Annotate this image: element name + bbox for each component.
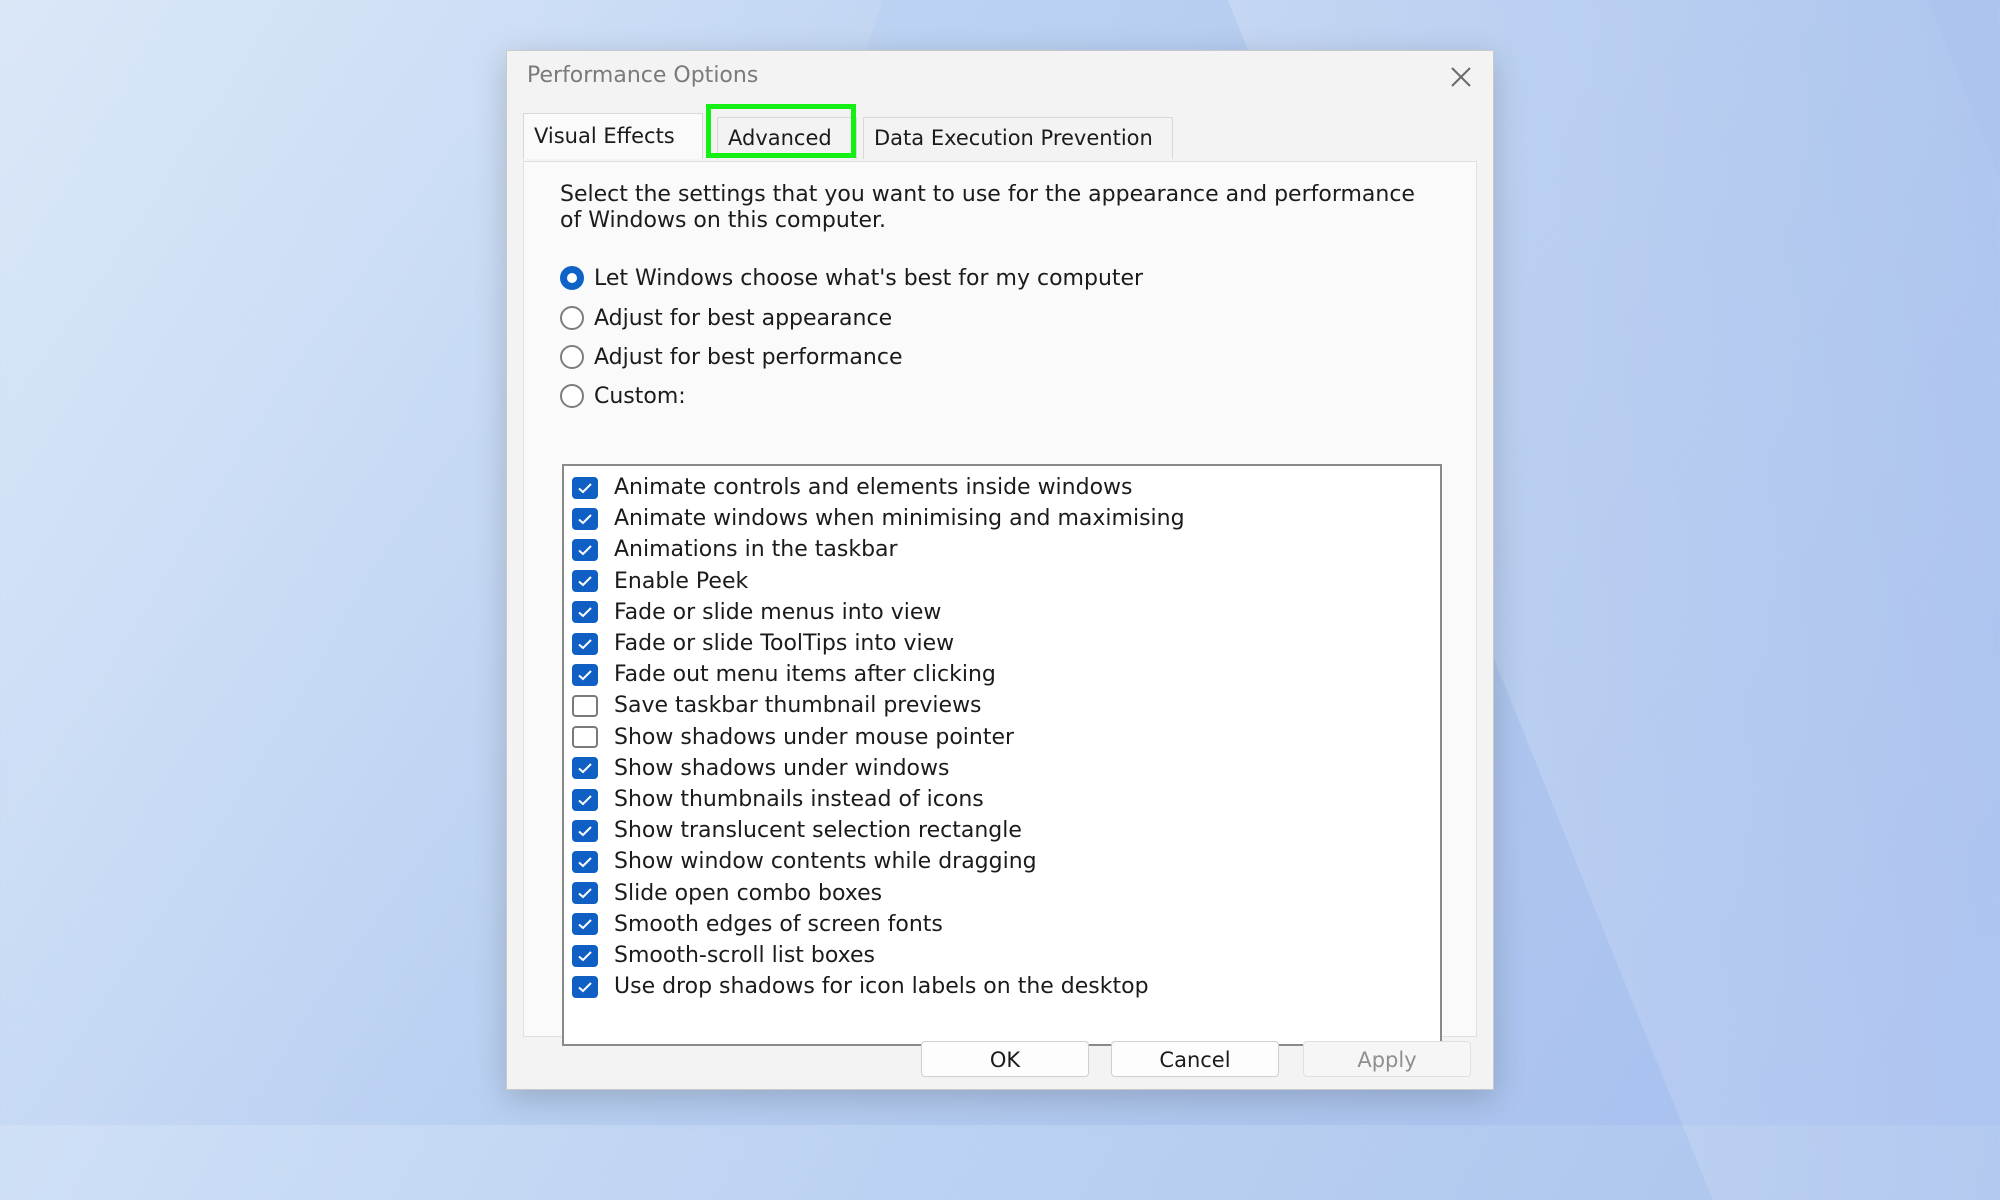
- effect-option-row[interactable]: Animations in the taskbar: [572, 534, 898, 565]
- radio-button[interactable]: [560, 266, 584, 290]
- close-icon: [1451, 67, 1471, 87]
- radio-custom[interactable]: Custom:: [560, 380, 686, 412]
- checkmark-icon: [578, 607, 592, 618]
- radio-best-appearance[interactable]: Adjust for best appearance: [560, 302, 892, 334]
- checkbox[interactable]: [572, 944, 598, 967]
- checkmark-icon: [578, 981, 592, 993]
- checkbox[interactable]: [572, 476, 598, 499]
- effect-option-row[interactable]: Slide open combo boxes: [572, 878, 882, 909]
- radio-label: Adjust for best appearance: [594, 305, 893, 331]
- cancel-button[interactable]: Cancel: [1111, 1041, 1279, 1077]
- checkbox[interactable]: [572, 850, 598, 873]
- visual-effects-list[interactable]: Animate controls and elements inside win…: [562, 464, 1442, 1046]
- checkmark-icon: [578, 576, 592, 587]
- effect-option-row[interactable]: Save taskbar thumbnail previews: [572, 690, 982, 721]
- checkbox-label: Save taskbar thumbnail previews: [614, 693, 982, 719]
- dialog-title: Performance Options: [527, 63, 759, 88]
- checkbox[interactable]: [572, 601, 598, 624]
- radio-button[interactable]: [560, 306, 584, 330]
- checkbox[interactable]: [572, 694, 598, 717]
- checkbox[interactable]: [572, 663, 598, 686]
- radio-let-windows-choose[interactable]: Let Windows choose what's best for my co…: [560, 262, 1143, 294]
- effect-option-row[interactable]: Animate windows when minimising and maxi…: [572, 503, 1185, 534]
- checkbox[interactable]: [572, 507, 598, 530]
- checkbox[interactable]: [572, 538, 598, 561]
- effect-option-row[interactable]: Show thumbnails instead of icons: [572, 784, 984, 815]
- checkmark-icon: [578, 950, 592, 961]
- checkbox[interactable]: [572, 632, 598, 655]
- checkbox[interactable]: [572, 757, 598, 780]
- checkbox[interactable]: [572, 819, 598, 842]
- checkmark-icon: [578, 482, 592, 493]
- effect-option-row[interactable]: Use drop shadows for icon labels on the …: [572, 971, 1149, 1002]
- checkmark-icon: [578, 763, 592, 774]
- checkmark-icon: [578, 545, 592, 556]
- checkmark-icon: [578, 513, 592, 525]
- checkmark-icon: [578, 638, 592, 649]
- effect-option-row[interactable]: Show translucent selection rectangle: [572, 815, 1022, 846]
- checkbox[interactable]: [572, 570, 598, 593]
- checkbox[interactable]: [572, 975, 598, 998]
- panel-description: Select the settings that you want to use…: [560, 182, 1415, 233]
- ok-button[interactable]: OK: [921, 1041, 1089, 1077]
- checkbox-label: Animate controls and elements inside win…: [614, 475, 1133, 500]
- effect-option-row[interactable]: Fade out menu items after clicking: [572, 659, 996, 690]
- checkbox-label: Show window contents while dragging: [614, 849, 1037, 875]
- effect-option-row[interactable]: Smooth-scroll list boxes: [572, 940, 875, 971]
- checkmark-icon: [578, 888, 592, 899]
- checkbox-label: Fade out menu items after clicking: [614, 662, 996, 688]
- checkmark-icon: [578, 825, 592, 837]
- checkbox-label: Show shadows under windows: [614, 755, 950, 781]
- visual-effects-panel: Select the settings that you want to use…: [523, 161, 1477, 1046]
- checkmark-icon: [578, 794, 592, 805]
- radio-label: Custom:: [594, 383, 686, 409]
- checkbox[interactable]: [572, 788, 598, 811]
- checkbox-label: Enable Peek: [614, 568, 749, 594]
- checkbox[interactable]: [572, 726, 598, 749]
- tab-data-execution-prevention[interactable]: Data Execution Prevention: [863, 117, 1173, 159]
- checkbox-label: Show thumbnails instead of icons: [614, 787, 984, 812]
- effect-option-row[interactable]: Smooth edges of screen fonts: [572, 909, 943, 940]
- checkbox-label: Slide open combo boxes: [614, 880, 883, 906]
- apply-button[interactable]: Apply: [1303, 1041, 1471, 1077]
- close-button[interactable]: [1445, 61, 1477, 93]
- effect-option-row[interactable]: Show shadows under windows: [572, 753, 949, 784]
- effect-option-row[interactable]: Fade or slide menus into view: [572, 597, 941, 628]
- radio-button[interactable]: [560, 345, 584, 369]
- checkbox-label: Smooth edges of screen fonts: [614, 911, 943, 937]
- title-bar: Performance Options: [507, 51, 1493, 103]
- radio-button[interactable]: [560, 384, 584, 408]
- radio-best-performance[interactable]: Adjust for best performance: [560, 341, 902, 373]
- radio-label: Adjust for best performance: [594, 344, 903, 370]
- checkbox-label: Fade or slide menus into view: [614, 599, 942, 625]
- checkbox-label: Show shadows under mouse pointer: [614, 724, 1015, 750]
- checkmark-icon: [578, 919, 592, 930]
- checkbox[interactable]: [572, 913, 598, 936]
- tab-advanced[interactable]: Advanced: [717, 117, 857, 159]
- tab-visual-effects[interactable]: Visual Effects: [523, 113, 703, 159]
- checkbox-label: Animations in the taskbar: [614, 537, 898, 563]
- effect-option-row[interactable]: Fade or slide ToolTips into view: [572, 628, 954, 659]
- checkbox-label: Show translucent selection rectangle: [614, 818, 1022, 844]
- effect-option-row[interactable]: Show window contents while dragging: [572, 846, 1037, 877]
- effect-option-row[interactable]: Show shadows under mouse pointer: [572, 722, 1014, 753]
- effect-option-row[interactable]: Enable Peek: [572, 566, 748, 597]
- performance-options-dialog: Performance Options Visual Effects Advan…: [506, 50, 1494, 1090]
- radio-label: Let Windows choose what's best for my co…: [594, 265, 1144, 291]
- checkbox-label: Animate windows when minimising and maxi…: [614, 506, 1185, 532]
- checkbox[interactable]: [572, 882, 598, 905]
- checkbox-label: Smooth-scroll list boxes: [614, 943, 876, 968]
- checkmark-icon: [578, 669, 592, 681]
- checkbox-label: Fade or slide ToolTips into view: [614, 631, 955, 656]
- checkbox-label: Use drop shadows for icon labels on the …: [614, 974, 1149, 1000]
- effect-option-row[interactable]: Animate controls and elements inside win…: [572, 472, 1133, 503]
- checkmark-icon: [578, 857, 592, 868]
